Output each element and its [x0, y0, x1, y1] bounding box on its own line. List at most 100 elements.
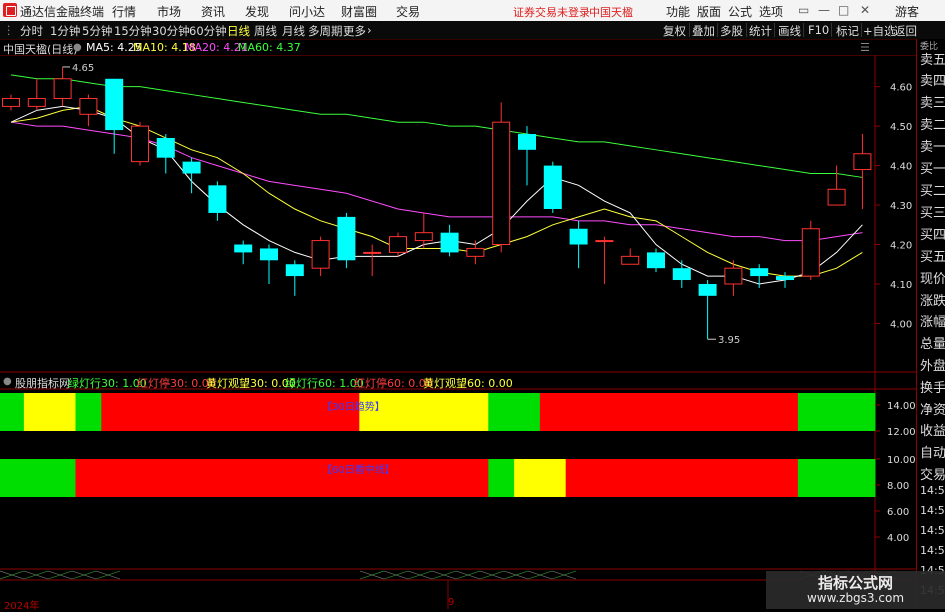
f10-button[interactable]: F10 — [808, 23, 829, 37]
menu-functions[interactable]: 功能 — [666, 3, 690, 20]
indicator-tick-label: 12.00 — [887, 427, 916, 438]
signal-block-green — [23, 459, 51, 497]
price-tick-label: 4.60 — [890, 83, 912, 94]
menu-trade[interactable]: 交易 — [396, 3, 420, 20]
period-30min[interactable]: 30分钟 — [152, 23, 190, 39]
date-year-label: 2024年 — [4, 601, 40, 612]
signal-block-red — [539, 393, 567, 431]
signal-block-red — [410, 459, 438, 497]
side-item-15[interactable]: 换手 — [920, 377, 945, 396]
side-item-5[interactable]: 买一 — [920, 158, 945, 177]
period-weekly[interactable]: 周线 — [254, 23, 277, 39]
login-status[interactable]: 证券交易未登录 — [513, 4, 590, 20]
statistics-button[interactable]: 统计 — [749, 23, 772, 39]
side-item-2[interactable]: 卖三 — [920, 92, 945, 111]
signal-block-red — [720, 393, 747, 431]
overlay-button[interactable]: 叠加 — [692, 23, 715, 39]
side-item-11[interactable]: 涨跌 — [920, 290, 945, 309]
period-15min[interactable]: 15分钟 — [114, 23, 152, 39]
candle-body — [595, 240, 614, 243]
candle-body — [492, 121, 511, 246]
settings-icon[interactable]: ● — [73, 42, 82, 53]
period-multi[interactable]: 多周期 — [308, 23, 343, 39]
price-tick-label: 4.20 — [890, 241, 912, 252]
menu-options[interactable]: 选项 — [759, 3, 783, 20]
candle-body — [776, 276, 794, 281]
back-button[interactable]: 返回 — [894, 23, 917, 39]
signal-block-red — [643, 393, 670, 431]
candle-body — [156, 137, 175, 158]
side-item-17[interactable]: 收益 — [920, 420, 945, 439]
side-item-8[interactable]: 买四 — [920, 224, 945, 243]
side-item-13[interactable]: 总量 — [920, 333, 945, 352]
watermark-banner: 指标公式网 www.zbgs3.com — [766, 571, 945, 609]
side-item-23[interactable]: 14:56 — [920, 544, 945, 557]
minimize-icon[interactable]: — — [818, 3, 830, 17]
toolbar-divider — [890, 23, 891, 37]
multi-stock-button[interactable]: 多股 — [720, 23, 743, 39]
candle-body — [53, 78, 72, 100]
toolbar-divider — [774, 23, 775, 37]
adjust-button[interactable]: 复权 — [663, 23, 686, 39]
candle-body — [285, 264, 304, 277]
side-item-14[interactable]: 外盘 — [920, 355, 945, 374]
signal-block-red — [204, 393, 231, 431]
side-item-7[interactable]: 买三 — [920, 202, 945, 221]
candle-body — [27, 98, 46, 107]
side-item-20[interactable]: 14:56 — [920, 484, 945, 497]
period-5min[interactable]: 5分钟 — [82, 23, 112, 39]
signal-block-red — [617, 393, 644, 431]
candle-body — [801, 228, 820, 277]
menu-quotes[interactable]: 行情 — [112, 3, 136, 20]
signal-block-red — [281, 393, 309, 431]
signal-block-green — [488, 393, 515, 431]
menu-news[interactable]: 资讯 — [201, 3, 225, 20]
period-daily[interactable]: 日线 — [227, 23, 250, 39]
side-item-12[interactable]: 涨幅 — [920, 311, 945, 330]
signal-block-red — [101, 393, 128, 431]
maximize-icon[interactable]: □ — [838, 3, 849, 17]
period-timeshare[interactable]: 分时 — [20, 23, 43, 39]
menu-market[interactable]: 市场 — [157, 3, 181, 20]
side-item-6[interactable]: 买二 — [920, 180, 945, 199]
signal-block-green — [488, 459, 515, 497]
candle-body — [647, 252, 665, 269]
period-1min[interactable]: 1分钟 — [50, 23, 80, 39]
mark-button[interactable]: 标记 — [836, 23, 859, 39]
period-more[interactable]: 更多 — [343, 23, 366, 39]
period-monthly[interactable]: 月线 — [282, 23, 305, 39]
side-item-19[interactable]: 交易 — [920, 464, 945, 483]
chart-menu-icon[interactable]: ☰ — [860, 41, 870, 54]
menu-formula[interactable]: 公式 — [728, 3, 752, 20]
candle-body — [234, 244, 253, 253]
side-item-0[interactable]: 卖五 — [920, 49, 945, 68]
side-item-1[interactable]: 卖四 — [920, 70, 945, 89]
side-item-9[interactable]: 买五 — [920, 246, 945, 265]
side-item-4[interactable]: 卖一 — [920, 136, 945, 155]
price-tick-label: 4.00 — [890, 319, 912, 330]
period-60min[interactable]: 60分钟 — [189, 23, 227, 39]
signal-block-red — [668, 459, 696, 497]
price-tick-label: 4.50 — [890, 122, 912, 133]
chevron-right-icon[interactable]: › — [367, 23, 372, 37]
side-item-16[interactable]: 净资 — [920, 399, 945, 418]
price-tick-label: 4.10 — [890, 280, 912, 291]
signal-block-red — [256, 393, 283, 431]
menu-wealth[interactable]: 财富圈 — [341, 3, 377, 20]
signal-block-yellow — [410, 393, 438, 431]
side-item-3[interactable]: 卖二 — [920, 114, 945, 133]
signal-block-green — [823, 459, 850, 497]
candle-body — [440, 232, 459, 253]
close-icon[interactable]: ✕ — [860, 3, 870, 17]
side-item-22[interactable]: 14:56 — [920, 524, 945, 537]
menu-ask-xiaoda[interactable]: 问小达 — [289, 3, 325, 20]
menu-discover[interactable]: 发现 — [245, 3, 269, 20]
side-item-10[interactable]: 现价 — [920, 268, 945, 287]
restore-icon[interactable]: ▭ — [798, 3, 809, 17]
signal-block-green — [0, 393, 25, 431]
side-item-21[interactable]: 14:56 — [920, 504, 945, 517]
guest-button[interactable]: 游客 — [895, 3, 919, 20]
menu-layout[interactable]: 版面 — [697, 3, 721, 20]
side-item-18[interactable]: 自动 — [920, 442, 945, 461]
draw-line-button[interactable]: 画线 — [778, 23, 801, 39]
